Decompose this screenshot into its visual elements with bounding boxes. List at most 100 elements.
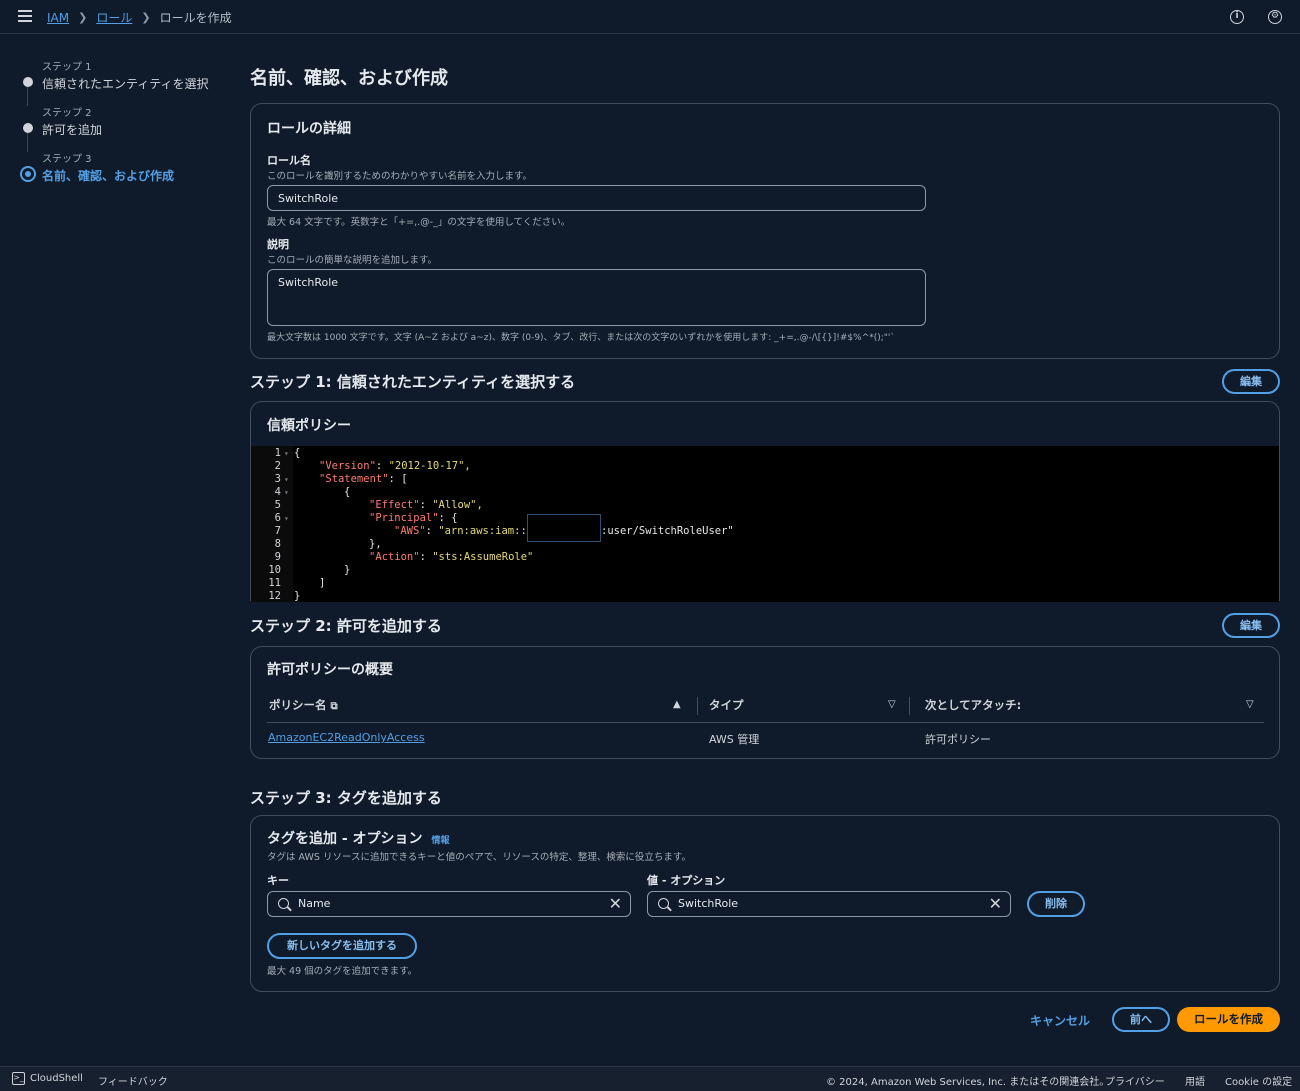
- code-token: {: [344, 486, 351, 498]
- tag-value-input[interactable]: SwitchRole ✕: [647, 891, 1011, 917]
- fold-icon[interactable]: ▾: [284, 488, 289, 497]
- code-line: "Action": "sts:AssumeRole": [369, 551, 534, 563]
- step-1[interactable]: ステップ 1 信頼されたエンティティを選択: [20, 58, 209, 104]
- step-dot: [23, 123, 33, 133]
- cloudshell-icon[interactable]: >_: [12, 1072, 25, 1085]
- code-line: ]: [319, 577, 325, 589]
- code-token: {: [294, 447, 301, 459]
- code-token: [: [401, 473, 408, 485]
- tags-description: タグは AWS リソースに追加できるキーと値のペアで、リソースの特定、整理、検索…: [267, 852, 691, 863]
- code-value: "arn:aws:iam::: [438, 525, 527, 537]
- code-key: "Version": [319, 460, 376, 472]
- breadcrumb-iam-link[interactable]: IAM: [47, 11, 69, 25]
- step-2[interactable]: ステップ 2 許可を追加: [20, 104, 209, 150]
- code-token: }: [344, 564, 351, 576]
- code-line: "Statement": [: [319, 473, 408, 485]
- step-number: ステップ 2: [42, 108, 92, 119]
- clear-icon[interactable]: ✕: [609, 894, 622, 913]
- line-number: 12: [268, 590, 281, 602]
- feedback-link[interactable]: フィードバック: [98, 1073, 168, 1088]
- create-role-button[interactable]: ロールを作成: [1177, 1007, 1280, 1032]
- line-number: 11: [268, 577, 281, 589]
- sort-ascending-icon[interactable]: ▲: [673, 699, 681, 710]
- cancel-button[interactable]: キャンセル: [1030, 1012, 1090, 1029]
- add-tag-button[interactable]: 新しいタグを追加する: [267, 933, 417, 959]
- tags-heading-text: タグを追加 - オプション: [267, 831, 423, 847]
- info-link[interactable]: 情報: [431, 836, 449, 846]
- role-name-description: このロールを識別するためのわかりやすい名前を入力します。: [267, 171, 533, 182]
- description-description: このロールの簡単な説明を追加します。: [267, 255, 438, 266]
- fold-icon[interactable]: ▾: [284, 449, 289, 458]
- code-token: },: [369, 538, 382, 550]
- column-policy-name[interactable]: ポリシー名 ⧉: [269, 697, 338, 713]
- step-dot: [23, 77, 33, 87]
- tag-value-value: SwitchRole: [678, 897, 739, 910]
- tag-key-input[interactable]: Name ✕: [267, 891, 631, 917]
- sort-icon[interactable]: ▽: [888, 699, 896, 710]
- code-line: {: [344, 486, 350, 498]
- step1-heading: ステップ 1: 信頼されたエンティティを選択する: [250, 373, 576, 391]
- line-number: 8: [274, 538, 281, 550]
- tag-key-value: Name: [298, 897, 331, 910]
- code-line: "AWS": "arn:aws:iam::: [394, 525, 527, 537]
- breadcrumb-roles-link[interactable]: ロール: [96, 9, 132, 26]
- step2-edit-button[interactable]: 編集: [1222, 613, 1280, 638]
- role-name-hint: 最大 64 文字です。英数字と「+=,.@-_」の文字を使用してください。: [267, 217, 571, 228]
- description-textarea[interactable]: SwitchRole: [267, 269, 926, 326]
- add-tag-hint: 最大 49 個のタグを追加できます。: [267, 966, 418, 977]
- step-label: 許可を追加: [42, 123, 103, 137]
- step-3[interactable]: ステップ 3 名前、確認、および作成: [20, 150, 209, 196]
- line-number: 5: [274, 499, 281, 511]
- code-token: ]: [319, 577, 326, 589]
- role-details-heading: ロールの詳細: [267, 121, 351, 137]
- breadcrumb: IAM ❯ ロール ❯ ロールを作成: [47, 9, 232, 26]
- tags-panel: タグを追加 - オプション 情報 タグは AWS リソースに追加できるキーと値の…: [250, 815, 1280, 992]
- footer: >_ CloudShell フィードバック © 2024, Amazon Web…: [0, 1066, 1300, 1091]
- search-icon: [658, 898, 669, 909]
- policy-link[interactable]: AmazonEC2ReadOnlyAccess: [268, 731, 425, 744]
- menu-icon[interactable]: [18, 10, 32, 22]
- code-line: {: [294, 447, 300, 459]
- column-label: ポリシー名: [269, 698, 327, 712]
- step-number: ステップ 1: [42, 62, 92, 73]
- fold-icon[interactable]: ▾: [284, 475, 289, 484]
- code-key: "Action": [369, 551, 420, 563]
- privacy-link[interactable]: プライバシー: [1105, 1073, 1165, 1088]
- previous-button[interactable]: 前へ: [1112, 1007, 1170, 1032]
- step1-edit-button[interactable]: 編集: [1222, 369, 1280, 394]
- table-header-divider: [267, 722, 1264, 723]
- line-number: 3: [274, 473, 281, 485]
- sort-icon[interactable]: ▽: [1246, 699, 1254, 710]
- code-key: "AWS": [394, 525, 426, 537]
- page-title: 名前、確認、および作成: [250, 68, 448, 89]
- cookie-settings-link[interactable]: Cookie の設定: [1225, 1073, 1292, 1088]
- column-attach-as[interactable]: 次としてアタッチ:: [925, 697, 1021, 713]
- info-icon[interactable]: i: [1230, 10, 1244, 24]
- code-key: "Principal": [369, 512, 439, 524]
- code-token: {: [451, 512, 458, 524]
- line-number: 10: [268, 564, 281, 576]
- settings-icon[interactable]: ⚙: [1268, 10, 1282, 24]
- breadcrumb-current: ロールを作成: [159, 11, 232, 25]
- permissions-summary-heading: 許可ポリシーの概要: [267, 662, 393, 678]
- policy-attach-as: 許可ポリシー: [925, 733, 991, 746]
- description-hint: 最大文字数は 1000 文字です。文字 (A~Z および a~z)、数字 (0-…: [267, 333, 895, 343]
- code-value: "Allow",: [432, 499, 483, 511]
- code-token: }: [294, 590, 301, 602]
- line-number: 6: [274, 512, 281, 524]
- terms-link[interactable]: 用語: [1185, 1073, 1205, 1088]
- code-key: "Statement": [319, 473, 389, 485]
- remove-tag-button[interactable]: 削除: [1027, 891, 1085, 917]
- line-number: 4: [274, 486, 281, 498]
- column-divider: [909, 697, 910, 715]
- fold-icon[interactable]: ▾: [284, 514, 289, 523]
- code-line: }: [344, 564, 350, 576]
- line-number: 2: [274, 460, 281, 472]
- line-number: 1: [274, 447, 281, 459]
- clear-icon[interactable]: ✕: [989, 894, 1002, 913]
- cloudshell-link[interactable]: CloudShell: [30, 1073, 83, 1084]
- column-type[interactable]: タイプ: [709, 697, 744, 713]
- step3-heading: ステップ 3: タグを追加する: [250, 789, 442, 807]
- role-name-input[interactable]: SwitchRole: [267, 185, 926, 211]
- trust-policy-code: 1 2 3 4 5 6 7 8 9 10 11 12 ▾ ▾ ▾ ▾ { "Ve…: [251, 446, 1279, 602]
